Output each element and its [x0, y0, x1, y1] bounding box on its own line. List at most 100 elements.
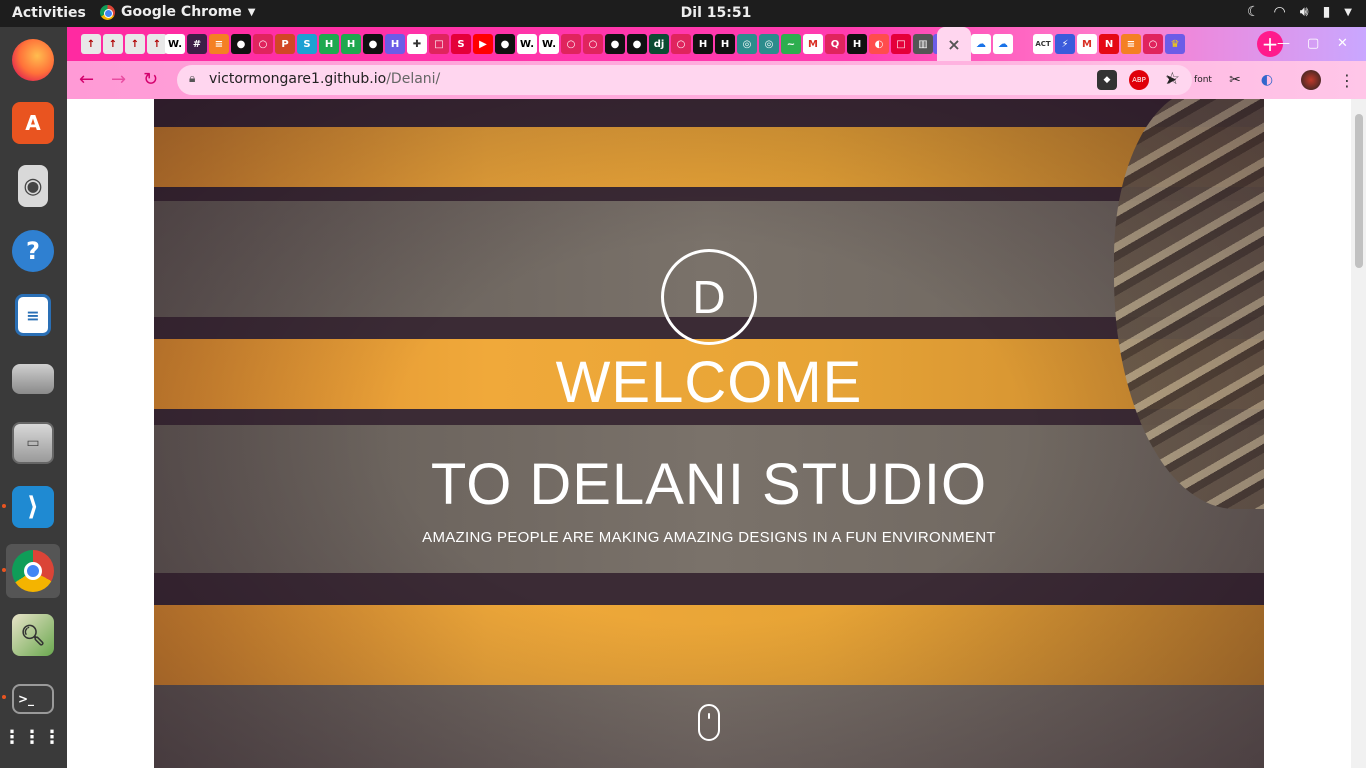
- tab-favicon[interactable]: ↑: [103, 34, 123, 54]
- tab-favicon[interactable]: ⚡: [1055, 34, 1075, 54]
- tab-favicon[interactable]: ▥: [913, 34, 933, 54]
- dock: A ◉ ? ≡ ▭ ⟩ 🔍︎ >_ ⋮⋮⋮: [0, 27, 67, 768]
- dock-vscode[interactable]: ⟩: [6, 480, 60, 534]
- tab-favicon[interactable]: H: [847, 34, 867, 54]
- scissors-extension-icon[interactable]: ✂: [1225, 70, 1245, 90]
- github-icon[interactable]: ●: [363, 34, 383, 54]
- dock-help[interactable]: ?: [6, 224, 60, 278]
- maximize-button[interactable]: ▢: [1307, 36, 1319, 51]
- cube-extension-icon[interactable]: ◆: [1097, 70, 1117, 90]
- netflix-icon[interactable]: N: [1099, 34, 1119, 54]
- dock-firefox[interactable]: [6, 33, 60, 87]
- tab-active[interactable]: ×: [937, 27, 971, 61]
- tab-favicon[interactable]: ↑: [125, 34, 145, 54]
- tab-favicon[interactable]: ○: [561, 34, 581, 54]
- tab-favicon[interactable]: W.: [517, 34, 537, 54]
- tab-favicon[interactable]: ○: [671, 34, 691, 54]
- tab-favicon[interactable]: ♛: [1165, 34, 1185, 54]
- firefox-icon: [12, 39, 54, 81]
- writer-icon: ≡: [15, 294, 51, 336]
- tab-favicon[interactable]: Q: [825, 34, 845, 54]
- adblock-plus-icon[interactable]: ABP: [1129, 70, 1149, 90]
- dock-image-viewer[interactable]: 🔍︎: [6, 608, 60, 662]
- show-applications-button[interactable]: ⋮⋮⋮: [3, 711, 63, 765]
- speaker-icon: ◉: [18, 165, 48, 207]
- url-text[interactable]: victormongare1.github.io/Delani/: [209, 71, 440, 87]
- tab-favicon[interactable]: ☁: [993, 34, 1013, 54]
- cursor-extension-icon[interactable]: ➤: [1161, 70, 1181, 90]
- tab-favicon[interactable]: ◎: [737, 34, 757, 54]
- tab-favicon[interactable]: P: [275, 34, 295, 54]
- dock-chrome[interactable]: [6, 544, 60, 598]
- hackerrank-icon[interactable]: H: [319, 34, 339, 54]
- stackoverflow-icon[interactable]: ≡: [1121, 34, 1141, 54]
- dock-software[interactable]: A: [6, 96, 60, 150]
- reload-button[interactable]: ↻: [143, 69, 158, 90]
- tab-favicon[interactable]: ↑: [147, 34, 167, 54]
- web-page: D WELCOME TO DELANI STUDIO AMAZING PEOPL…: [67, 99, 1366, 768]
- close-icon[interactable]: ×: [947, 35, 960, 54]
- hero-title-line2: TO DELANI STUDIO: [430, 452, 988, 517]
- system-tray[interactable]: ☾ ◠ 🔊︎ ▮ ▼: [1247, 4, 1352, 20]
- scroll-down-mouse-icon[interactable]: [698, 704, 720, 741]
- help-icon: ?: [12, 230, 54, 272]
- tab-favicon[interactable]: H: [385, 34, 405, 54]
- tab-favicon[interactable]: H: [715, 34, 735, 54]
- tab-favicon[interactable]: □: [891, 34, 911, 54]
- dock-rhythmbox[interactable]: ◉: [6, 159, 60, 213]
- forward-button[interactable]: →: [111, 69, 126, 90]
- scanner-icon: [12, 364, 54, 394]
- gmail-icon[interactable]: M: [803, 34, 823, 54]
- github-icon[interactable]: ●: [495, 34, 515, 54]
- chrome-icon: [12, 550, 54, 592]
- stackoverflow-icon[interactable]: ≡: [209, 34, 229, 54]
- tab-favicon[interactable]: W.: [539, 34, 559, 54]
- font-extension-icon[interactable]: font: [1193, 70, 1213, 90]
- app-grid-icon: ⋮⋮⋮: [3, 727, 63, 748]
- tab-favicon[interactable]: ○: [1143, 34, 1163, 54]
- tab-favicon[interactable]: ○: [583, 34, 603, 54]
- volume-icon: 🔊︎: [1299, 4, 1309, 20]
- gmail-icon[interactable]: M: [1077, 34, 1097, 54]
- image-viewer-icon: 🔍︎: [12, 614, 54, 656]
- tab-favicon[interactable]: ✚: [407, 34, 427, 54]
- tab-favicon[interactable]: H: [693, 34, 713, 54]
- back-button[interactable]: ←: [79, 69, 94, 90]
- dock-files[interactable]: ▭: [6, 416, 60, 470]
- tab-favicon[interactable]: ○: [253, 34, 273, 54]
- tab-favicon[interactable]: ☁: [971, 34, 991, 54]
- avatar[interactable]: [1301, 70, 1321, 90]
- github-icon[interactable]: ●: [231, 34, 251, 54]
- extension-icon[interactable]: ◐: [1257, 70, 1277, 90]
- github-icon[interactable]: ●: [627, 34, 647, 54]
- tab-favicon[interactable]: S: [451, 34, 471, 54]
- file-cabinet-icon: ▭: [12, 422, 54, 464]
- django-icon[interactable]: dj: [649, 34, 669, 54]
- minimize-button[interactable]: —: [1277, 36, 1290, 51]
- tab-favicon[interactable]: □: [429, 34, 449, 54]
- tab-favicon[interactable]: W.: [165, 34, 185, 54]
- dock-writer[interactable]: ≡: [6, 288, 60, 342]
- tab-favicon[interactable]: ↑: [81, 34, 101, 54]
- scrollbar-thumb[interactable]: [1355, 114, 1363, 268]
- page-scrollbar[interactable]: [1351, 99, 1366, 768]
- clock[interactable]: Dil 15:51: [0, 5, 1366, 21]
- github-icon[interactable]: ●: [605, 34, 625, 54]
- tab-favicon[interactable]: S: [297, 34, 317, 54]
- tab-favicon[interactable]: ◐: [869, 34, 889, 54]
- terminal-icon: >_: [12, 684, 54, 714]
- tab-strip: ↑ ↑ ↑ ↑ W. # ≡ ● ○ P S H H ● H ✚ □ S ▶ ●…: [67, 27, 1366, 61]
- slack-icon[interactable]: #: [187, 34, 207, 54]
- more-menu-icon[interactable]: ⋮: [1337, 70, 1357, 90]
- tab-favicon[interactable]: ACT: [1033, 34, 1053, 54]
- youtube-icon[interactable]: ▶: [473, 34, 493, 54]
- dock-scanner[interactable]: [6, 352, 60, 406]
- close-window-button[interactable]: ✕: [1337, 36, 1348, 51]
- chevron-down-icon: ▼: [1344, 7, 1352, 18]
- tab-favicon[interactable]: ~: [781, 34, 801, 54]
- night-light-icon: ☾: [1246, 4, 1260, 20]
- hero-tagline: AMAZING PEOPLE ARE MAKING AMAZING DESIGN…: [422, 529, 996, 546]
- address-bar[interactable]: 🔒︎ victormongare1.github.io/Delani/ ☆: [177, 65, 1192, 95]
- tab-favicon[interactable]: ◎: [759, 34, 779, 54]
- hackerrank-icon[interactable]: H: [341, 34, 361, 54]
